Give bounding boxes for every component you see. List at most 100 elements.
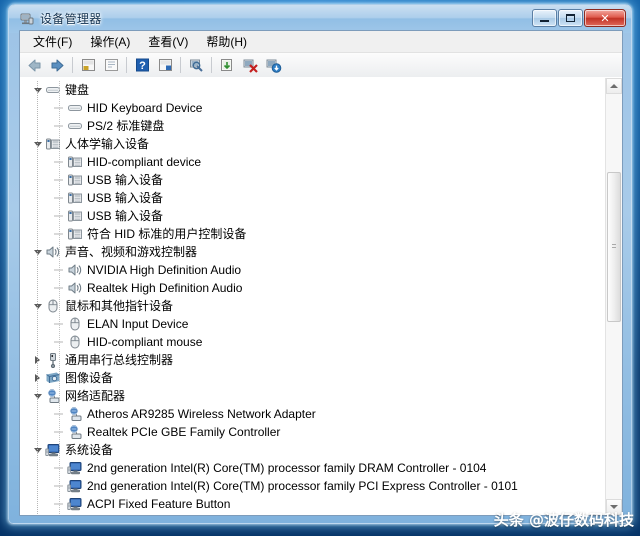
tree-item[interactable]: Realtek High Definition Audio — [20, 279, 605, 297]
hid-icon — [67, 226, 83, 242]
network-icon — [67, 424, 83, 440]
maximize-button[interactable] — [558, 9, 583, 27]
tree-item-label: ACPI Lid — [83, 513, 134, 515]
tree-item-label: 网络适配器 — [65, 389, 126, 403]
tree-item[interactable]: 键盘 — [20, 81, 605, 99]
mouse-icon — [67, 316, 83, 332]
scroll-up-button[interactable] — [606, 78, 622, 94]
toolbar-separator — [126, 57, 127, 73]
scrollbar-track[interactable] — [606, 94, 622, 499]
hid-icon — [67, 172, 83, 188]
vertical-scrollbar[interactable] — [605, 78, 622, 515]
tree-item-label: ELAN Input Device — [87, 317, 189, 331]
mouse-icon — [67, 334, 83, 350]
tree-item[interactable]: 图像设备 — [20, 369, 605, 387]
system-device-icon — [67, 514, 83, 515]
tree-item[interactable]: PS/2 标准键盘 — [20, 117, 605, 135]
svg-text:?: ? — [139, 60, 146, 72]
tree-item[interactable]: 鼠标和其他指针设备 — [20, 297, 605, 315]
tree-item-label: 人体学输入设备 — [65, 137, 150, 151]
tree-item-label: Atheros AR9285 Wireless Network Adapter — [87, 407, 316, 421]
tree-item-label: HID-compliant device — [87, 155, 202, 169]
tree-item[interactable]: HID-compliant mouse — [20, 333, 605, 351]
tree-item[interactable]: Atheros AR9285 Wireless Network Adapter — [20, 405, 605, 423]
keyboard-icon — [67, 100, 83, 116]
tree-item[interactable]: 系统设备 — [20, 441, 605, 459]
hid-icon — [67, 154, 83, 170]
client-area: 文件(F) 操作(A) 查看(V) 帮助(H) ? 键盘 HID Keyboar… — [19, 30, 623, 516]
keyboard-icon — [67, 118, 83, 134]
show-hide-console-tree-icon[interactable] — [77, 55, 99, 75]
network-icon — [67, 406, 83, 422]
system-device-icon — [67, 496, 83, 512]
tree-item[interactable]: USB 输入设备 — [20, 171, 605, 189]
tree-item-label: PS/2 标准键盘 — [87, 119, 165, 133]
tree-item-label: 图像设备 — [65, 371, 114, 385]
tree-item-label: Realtek High Definition Audio — [87, 281, 243, 295]
tree-item[interactable]: 通用串行总线控制器 — [20, 351, 605, 369]
system-device-icon — [67, 460, 83, 476]
tree-item-label: HID-compliant mouse — [87, 335, 203, 349]
toolbar: ? — [20, 53, 622, 78]
toolbar-separator — [180, 57, 181, 73]
tree-item[interactable]: USB 输入设备 — [20, 207, 605, 225]
tree-item-label: HID Keyboard Device — [87, 101, 203, 115]
menu-help[interactable]: 帮助(H) — [197, 31, 256, 52]
minimize-button[interactable] — [532, 9, 557, 27]
tree-item[interactable]: ELAN Input Device — [20, 315, 605, 333]
tree-item[interactable]: 声音、视频和游戏控制器 — [20, 243, 605, 261]
tree-item-label: NVIDIA High Definition Audio — [87, 263, 242, 277]
device-tree[interactable]: 键盘 HID Keyboard Device PS/2 标准键盘人体学输入设备 HID… — [20, 78, 605, 515]
device-tree-pane: 键盘 HID Keyboard Device PS/2 标准键盘人体学输入设备 HID… — [20, 77, 622, 515]
watermark: 头条 @波仔数码科技 — [493, 511, 634, 529]
tree-item[interactable]: 网络适配器 — [20, 387, 605, 405]
tree-item-label: USB 输入设备 — [87, 173, 164, 187]
tree-item-label: 系统设备 — [65, 443, 114, 457]
properties-icon[interactable] — [100, 55, 122, 75]
tree-item[interactable]: NVIDIA High Definition Audio — [20, 261, 605, 279]
toolbar-separator — [72, 57, 73, 73]
tree-item-label: 鼠标和其他指针设备 — [65, 299, 174, 313]
update-driver-icon[interactable] — [216, 55, 238, 75]
title-bar[interactable]: 设备管理器 ✕ — [9, 5, 631, 33]
speaker-icon — [67, 262, 83, 278]
menu-view[interactable]: 查看(V) — [139, 31, 197, 52]
system-device-icon — [67, 478, 83, 494]
tree-item[interactable]: USB 输入设备 — [20, 189, 605, 207]
tree-item-label: 键盘 — [65, 83, 90, 97]
tree-item[interactable]: 2nd generation Intel(R) Core(TM) process… — [20, 477, 605, 495]
back-icon[interactable] — [23, 55, 45, 75]
tree-item-label: Realtek PCIe GBE Family Controller — [87, 425, 281, 439]
tree-item[interactable]: 符合 HID 标准的用户控制设备 — [20, 225, 605, 243]
scan-hardware-changes-icon[interactable] — [185, 55, 207, 75]
tree-connector-line — [37, 81, 38, 515]
menu-file[interactable]: 文件(F) — [24, 31, 81, 52]
menu-bar: 文件(F) 操作(A) 查看(V) 帮助(H) — [20, 31, 622, 53]
tree-item-label: 2nd generation Intel(R) Core(TM) process… — [87, 461, 487, 475]
forward-icon[interactable] — [46, 55, 68, 75]
menu-action[interactable]: 操作(A) — [81, 31, 139, 52]
disable-device-icon[interactable] — [239, 55, 261, 75]
help-icon[interactable]: ? — [131, 55, 153, 75]
tree-item-label: 声音、视频和游戏控制器 — [65, 245, 198, 259]
tree-item-label: USB 输入设备 — [87, 209, 164, 223]
tree-item[interactable]: HID-compliant device — [20, 153, 605, 171]
tree-item[interactable]: 2nd generation Intel(R) Core(TM) process… — [20, 459, 605, 477]
tree-item-label: 符合 HID 标准的用户控制设备 — [87, 227, 247, 241]
tree-item-label: 2nd generation Intel(R) Core(TM) process… — [87, 479, 518, 493]
tree-item-label: ACPI Fixed Feature Button — [87, 497, 231, 511]
tree-item-label: USB 输入设备 — [87, 191, 164, 205]
close-button[interactable]: ✕ — [584, 9, 626, 27]
tree-item[interactable]: HID Keyboard Device — [20, 99, 605, 117]
tree-item[interactable]: 人体学输入设备 — [20, 135, 605, 153]
scrollbar-grip — [612, 244, 616, 250]
tree-item[interactable]: Realtek PCIe GBE Family Controller — [20, 423, 605, 441]
tree-connector-line — [59, 81, 60, 515]
window-controls: ✕ — [532, 9, 626, 27]
scrollbar-thumb[interactable] — [607, 172, 621, 322]
tree-item-label: 通用串行总线控制器 — [65, 353, 174, 367]
device-manager-icon — [19, 11, 35, 27]
uninstall-device-icon[interactable] — [262, 55, 284, 75]
view-icon[interactable] — [154, 55, 176, 75]
hid-icon — [67, 208, 83, 224]
